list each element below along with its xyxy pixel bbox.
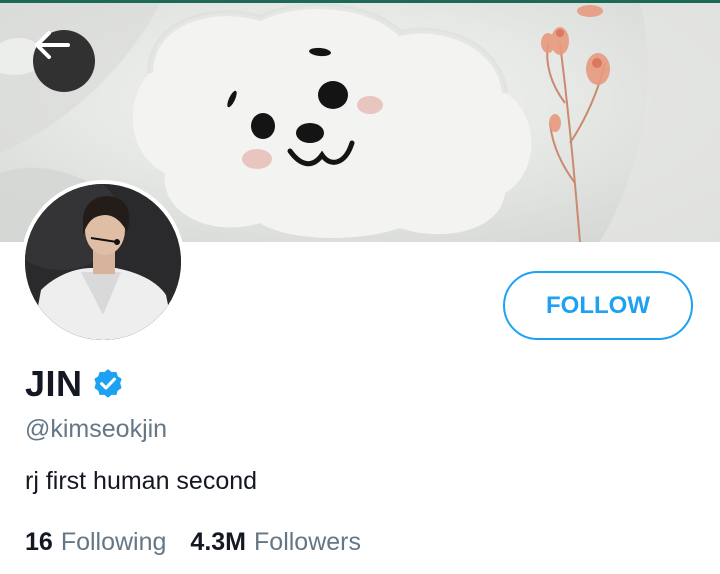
profile-bio: rj first human second	[25, 467, 258, 495]
verified-badge-icon	[93, 369, 122, 398]
display-name: JIN	[25, 363, 83, 404]
profile-name-row: JIN	[25, 362, 125, 406]
followers-count: 4.3M	[190, 528, 247, 556]
arrow-left-icon	[35, 31, 70, 59]
followers-label: Followers	[254, 528, 361, 556]
followers-stat[interactable]: 4.3M Followers	[190, 528, 361, 557]
following-stat[interactable]: 16 Following	[25, 528, 166, 557]
profile-handle: @kimseokjin	[25, 415, 168, 443]
following-count: 16	[25, 528, 53, 556]
profile-stats: 16 Following 4.3M Followers	[25, 528, 361, 557]
avatar[interactable]	[21, 180, 185, 344]
following-label: Following	[60, 528, 167, 556]
follow-button[interactable]: FOLLOW	[503, 271, 693, 340]
avatar-photo	[25, 184, 181, 340]
back-button[interactable]	[33, 30, 95, 92]
